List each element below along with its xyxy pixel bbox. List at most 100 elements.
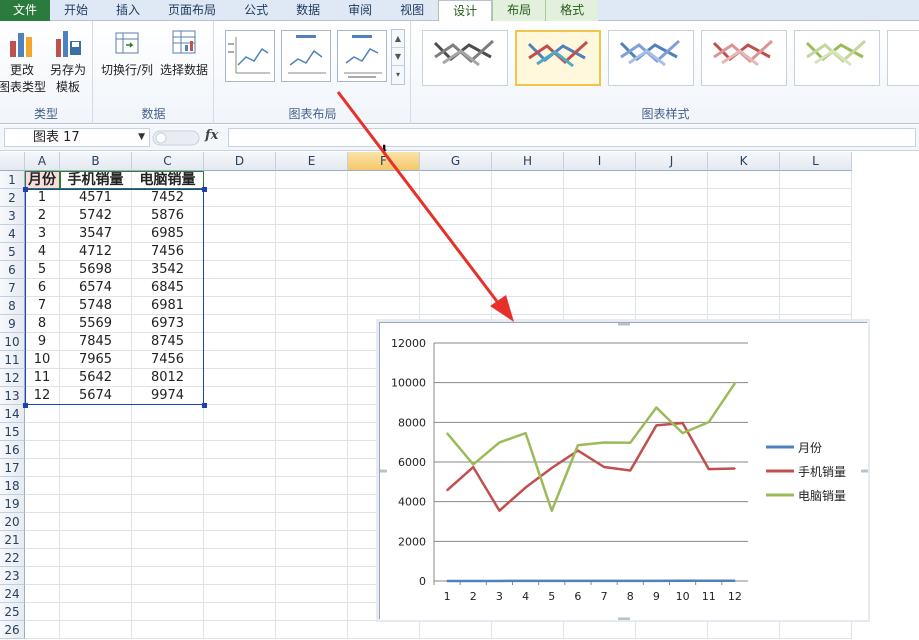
chart-style-2[interactable] <box>515 30 601 86</box>
name-box[interactable]: 图表 17 ▼ <box>4 128 150 147</box>
cell[interactable] <box>348 279 420 297</box>
cell[interactable] <box>276 369 348 387</box>
cell[interactable] <box>636 297 708 315</box>
data-point[interactable] <box>446 432 448 435</box>
gallery-more-icon[interactable]: ▾ <box>392 66 404 84</box>
cell[interactable] <box>204 441 276 459</box>
data-point[interactable] <box>498 441 501 444</box>
row-header-1[interactable]: 1 <box>0 171 25 189</box>
row-header-20[interactable]: 20 <box>0 513 25 531</box>
cell[interactable] <box>636 621 708 639</box>
data-point[interactable] <box>681 432 684 434</box>
cell[interactable] <box>60 531 132 549</box>
cell[interactable] <box>276 477 348 495</box>
data-point[interactable] <box>655 580 658 582</box>
cell[interactable] <box>132 441 204 459</box>
cell[interactable] <box>708 297 780 315</box>
data-point[interactable] <box>577 580 579 582</box>
tab-10[interactable]: 格式 <box>545 0 599 21</box>
row-header-3[interactable]: 3 <box>0 207 25 225</box>
tab-5[interactable]: 数据 <box>282 0 334 21</box>
cell[interactable] <box>132 603 204 621</box>
row-header-4[interactable]: 4 <box>0 225 25 243</box>
data-point[interactable] <box>629 469 632 472</box>
chart-style-4[interactable] <box>701 30 787 86</box>
cell[interactable] <box>708 243 780 261</box>
tab-3[interactable]: 页面布局 <box>154 0 230 21</box>
tab-1[interactable]: 开始 <box>50 0 102 21</box>
cell[interactable] <box>420 243 492 261</box>
row-header-7[interactable]: 7 <box>0 279 25 297</box>
data-point[interactable] <box>524 432 527 434</box>
cell[interactable] <box>132 621 204 639</box>
row-header-6[interactable]: 6 <box>0 261 25 279</box>
cell[interactable] <box>204 531 276 549</box>
cell[interactable] <box>780 171 852 189</box>
select-data-button[interactable]: 选择数据 <box>156 27 212 79</box>
data-point[interactable] <box>524 486 527 489</box>
cell[interactable] <box>25 603 60 621</box>
cell[interactable] <box>276 207 348 225</box>
data-point[interactable] <box>446 580 448 582</box>
layout-gallery-scroll[interactable]: ▲ ▼ ▾ <box>391 29 405 85</box>
cell[interactable] <box>60 405 132 423</box>
row-header-9[interactable]: 9 <box>0 315 25 333</box>
row-header-14[interactable]: 14 <box>0 405 25 423</box>
cell[interactable] <box>132 459 204 477</box>
cell[interactable] <box>276 423 348 441</box>
cell[interactable] <box>25 513 60 531</box>
cell[interactable] <box>564 261 636 279</box>
chevron-down-icon[interactable]: ▼ <box>138 129 145 146</box>
data-point[interactable] <box>603 466 605 468</box>
data-point[interactable] <box>707 468 710 470</box>
chart-resize-handle[interactable] <box>861 469 873 473</box>
cell[interactable] <box>708 225 780 243</box>
cell[interactable] <box>204 333 276 351</box>
cell[interactable] <box>60 585 132 603</box>
cell[interactable] <box>708 279 780 297</box>
data-point[interactable] <box>472 580 475 582</box>
cell[interactable] <box>276 531 348 549</box>
cell[interactable] <box>132 405 204 423</box>
selection-handle[interactable] <box>202 187 207 192</box>
cell[interactable] <box>276 315 348 333</box>
data-point[interactable] <box>498 509 501 512</box>
chart-style-1[interactable] <box>422 30 508 86</box>
cell[interactable] <box>492 225 564 243</box>
chart-style-5[interactable] <box>794 30 880 86</box>
cell[interactable] <box>204 513 276 531</box>
cell[interactable] <box>132 477 204 495</box>
cell[interactable] <box>204 171 276 189</box>
data-point[interactable] <box>577 444 579 447</box>
cell[interactable] <box>25 549 60 567</box>
cell[interactable] <box>636 225 708 243</box>
cell[interactable] <box>420 189 492 207</box>
data-point[interactable] <box>603 580 605 582</box>
cell[interactable] <box>348 621 420 639</box>
cell[interactable] <box>564 207 636 225</box>
column-header-L[interactable]: L <box>780 152 852 171</box>
switch-row-column-button[interactable]: 切换行/列 <box>98 27 156 79</box>
cell[interactable] <box>276 387 348 405</box>
row-header-12[interactable]: 12 <box>0 369 25 387</box>
data-point[interactable] <box>498 580 501 582</box>
row-header-21[interactable]: 21 <box>0 531 25 549</box>
cell[interactable] <box>636 189 708 207</box>
data-point[interactable] <box>472 466 475 468</box>
cell[interactable] <box>636 171 708 189</box>
cell[interactable] <box>25 495 60 513</box>
cell[interactable] <box>276 621 348 639</box>
data-point[interactable] <box>707 579 710 582</box>
cell[interactable] <box>420 207 492 225</box>
tab-8[interactable]: 设计 <box>438 0 493 22</box>
cell[interactable] <box>348 207 420 225</box>
row-header-2[interactable]: 2 <box>0 189 25 207</box>
cell[interactable] <box>564 243 636 261</box>
column-header-I[interactable]: I <box>564 152 636 171</box>
chart-layout-1[interactable] <box>225 30 275 82</box>
cell[interactable] <box>492 297 564 315</box>
cell[interactable] <box>564 171 636 189</box>
cell[interactable] <box>204 459 276 477</box>
cell[interactable] <box>564 297 636 315</box>
cell[interactable] <box>60 459 132 477</box>
